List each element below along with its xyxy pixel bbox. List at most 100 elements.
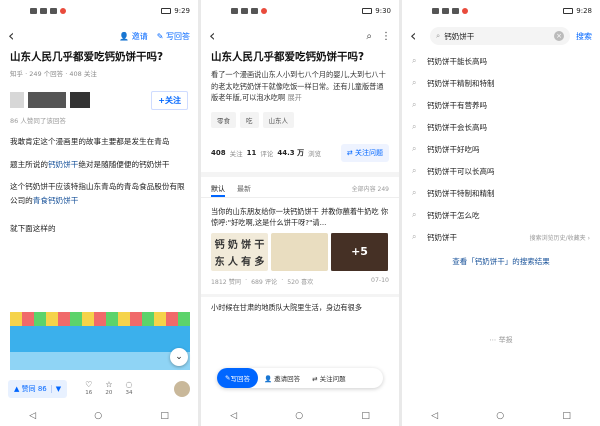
nav-back-icon[interactable]: ◁ [230,411,237,421]
avatar[interactable] [10,92,24,108]
search-icon[interactable]: ⌕ [366,31,372,42]
answer-stats: 1812 赞同 · 689 评论 · 520 喜欢 07-10 [211,276,389,286]
topic-tag[interactable]: 零食 [211,111,236,128]
answer-images: 钙奶饼干 东人有多 +5 [211,232,389,271]
search-input[interactable]: ⌕ 钙奶饼干 × [430,27,570,45]
suggestion-tail: 怎么吃 [457,210,480,220]
follow-count: 408 [211,148,226,157]
follow-button[interactable]: +关注 [151,90,188,110]
suggestion-tail: 精制和特制 [457,78,495,88]
suggestion-item[interactable]: ⌕ 钙奶饼干 能长高吗 [402,50,600,72]
answer-excerpt[interactable]: 小时候在甘肃的地质队大院里生活，身边有很多 [201,297,399,319]
like-count: 520 喜欢 [287,278,314,286]
top-nav: ‹ 👤 邀请 ✎ 写回答 [0,22,198,50]
downvote-icon[interactable]: ▼ [50,385,61,393]
suggestion-item[interactable]: ⌕ 钙奶饼干 可以长高吗 [402,160,600,182]
keyword-link[interactable]: 钙奶饼干 [48,160,78,169]
like-button[interactable]: ♡ 16 [85,380,92,398]
author-row: +关注 [0,81,198,113]
clear-icon[interactable]: × [554,31,564,41]
suggestion-item[interactable]: ⌕ 钙奶饼干 精制和特制 [402,72,600,94]
question-description[interactable]: 看了一个漫画说山东人小到七八个月的婴儿,大到七八十的老太吃钙奶饼干就像吃饭一样日… [201,65,399,108]
expand-link[interactable]: 展开 [287,93,301,102]
write-answer-button[interactable]: ✎ 写回答 [217,368,258,388]
nav-recent-icon[interactable]: □ [361,411,370,421]
more-icon[interactable]: ⋮ [381,31,391,42]
author-name[interactable] [28,92,66,108]
invite-answer-button[interactable]: 👤 邀请回答 [258,373,306,383]
image-char: 饼 [241,239,252,251]
topic-tag[interactable]: 山东人 [262,111,294,128]
suggestion-keyword: 钙奶饼干 [427,100,457,110]
follow-question-button[interactable]: ⇄ 关注问题 [306,373,352,383]
notification-icon [432,8,439,14]
keyword-link[interactable]: 青食钙奶饼干 [33,196,79,205]
nav-recent-icon[interactable]: □ [562,411,571,421]
bunting-decoration [10,312,190,326]
tab-latest[interactable]: 最新 [237,184,251,197]
view-results-link[interactable]: 查看「钙奶饼干」的搜索结果 [402,248,600,275]
answer-paragraph: 我敢肯定这个漫画里的故事主要都是发生在青岛 [10,137,170,146]
topic-tag[interactable]: 吃 [240,111,259,128]
report-label: 举报 [498,336,513,344]
text: 题主所说的 [10,159,48,169]
comment-count: 34 [125,390,133,396]
question-title[interactable]: 山东人民几乎都爱吃钙奶饼干吗? [0,50,198,65]
nav-back-icon[interactable]: ◁ [29,411,36,421]
follow-question-button[interactable]: ⇄ 关注问题 [340,143,389,162]
write-answer-button[interactable]: ✎ 写回答 [157,31,190,42]
search-button[interactable]: 搜索 [576,31,592,42]
floating-action-bar: ✎ 写回答 👤 邀请回答 ⇄ 关注问题 [217,368,383,388]
search-icon: ⌕ [412,100,417,109]
invite-label: 邀请 [131,31,148,41]
comment-button[interactable]: ◌ 34 [125,380,132,398]
follow-label: 关注问题 [319,375,346,383]
nav-home-icon[interactable]: ○ [94,411,102,421]
chevron-down-icon[interactable]: ⌄ [170,348,188,366]
back-icon[interactable]: ‹ [8,28,22,44]
app-badge-icon [60,8,66,14]
more-icon: ⋯ [489,336,497,344]
answer-image[interactable] [10,312,190,370]
avatar[interactable] [174,381,190,397]
follow-label: 关注 [229,149,243,158]
notification-icon [241,8,248,14]
nav-recent-icon[interactable]: □ [160,411,169,421]
suggestion-item[interactable]: ⌕ 钙奶饼干 会长高吗 [402,116,600,138]
suggestion-item[interactable]: ⌕ 钙奶饼干 有营养吗 [402,94,600,116]
suggestion-item[interactable]: ⌕ 钙奶饼干 怎么吃 [402,204,600,226]
answer-card[interactable]: 当你的山东朋友给你一块钙奶饼干 并教你蘸着牛奶吃 你惊呼:"好吃啊,这是什么饼干… [201,198,399,294]
history-hint[interactable]: 搜索浏览历史/收藏夹 › [530,233,590,242]
question-title: 山东人民几乎都爱吃钙奶饼干吗? [211,51,365,63]
answer-image[interactable] [271,232,328,271]
suggestion-keyword: 钙奶饼干 [427,122,457,132]
suggestion-item[interactable]: ⌕ 钙奶饼干 好吃吗 [402,138,600,160]
sort-tabs: 默认 最新 全部内容 249 [201,177,399,198]
search-icon: ⌕ [412,122,417,131]
status-bar: 9:30 [201,0,399,22]
suggestion-item[interactable]: ⌕ 钙奶饼干 特制和精制 [402,182,600,204]
suggestion-item[interactable]: ⌕ 钙奶饼干 搜索浏览历史/收藏夹 › [402,226,600,248]
answer-paragraph: 题主所说的钙奶饼干绝对是随随便便的钙奶饼干 [0,154,198,177]
back-icon[interactable]: ‹ [410,28,424,44]
report-button[interactable]: ⋯ 举报 [402,335,600,345]
system-nav: ◁ ○ □ [201,406,399,426]
answer-image[interactable]: 钙奶饼干 东人有多 [211,232,268,271]
nav-home-icon[interactable]: ○ [295,411,303,421]
answer-image[interactable]: +5 [331,232,388,271]
status-time: 9:30 [375,7,391,15]
nav-back-icon[interactable]: ◁ [431,411,438,421]
system-nav: ◁ ○ □ [0,406,198,426]
nav-home-icon[interactable]: ○ [496,411,504,421]
suggestion-tail: 会长高吗 [457,122,487,132]
text: 绝对是随随便便的钙奶饼干 [78,159,170,169]
views-count: 44.3 万 [277,148,305,157]
vote-button[interactable]: ▲ 赞同 86 ▼ [8,380,68,398]
favorite-button[interactable]: ☆ 20 [105,380,112,398]
phone-answer-view: 9:29 ‹ 👤 邀请 ✎ 写回答 山东人民几乎都爱吃钙奶饼干吗? 知乎 · 2… [0,0,198,426]
back-icon[interactable]: ‹ [209,28,223,44]
invite-button[interactable]: 👤 邀请 [119,31,148,42]
question-stats: 408 关注 11 评论 44.3 万浏览 ⇄ 关注问题 [201,132,399,168]
tab-default[interactable]: 默认 [211,184,225,197]
suggestion-keyword: 钙奶饼干 [427,56,457,66]
